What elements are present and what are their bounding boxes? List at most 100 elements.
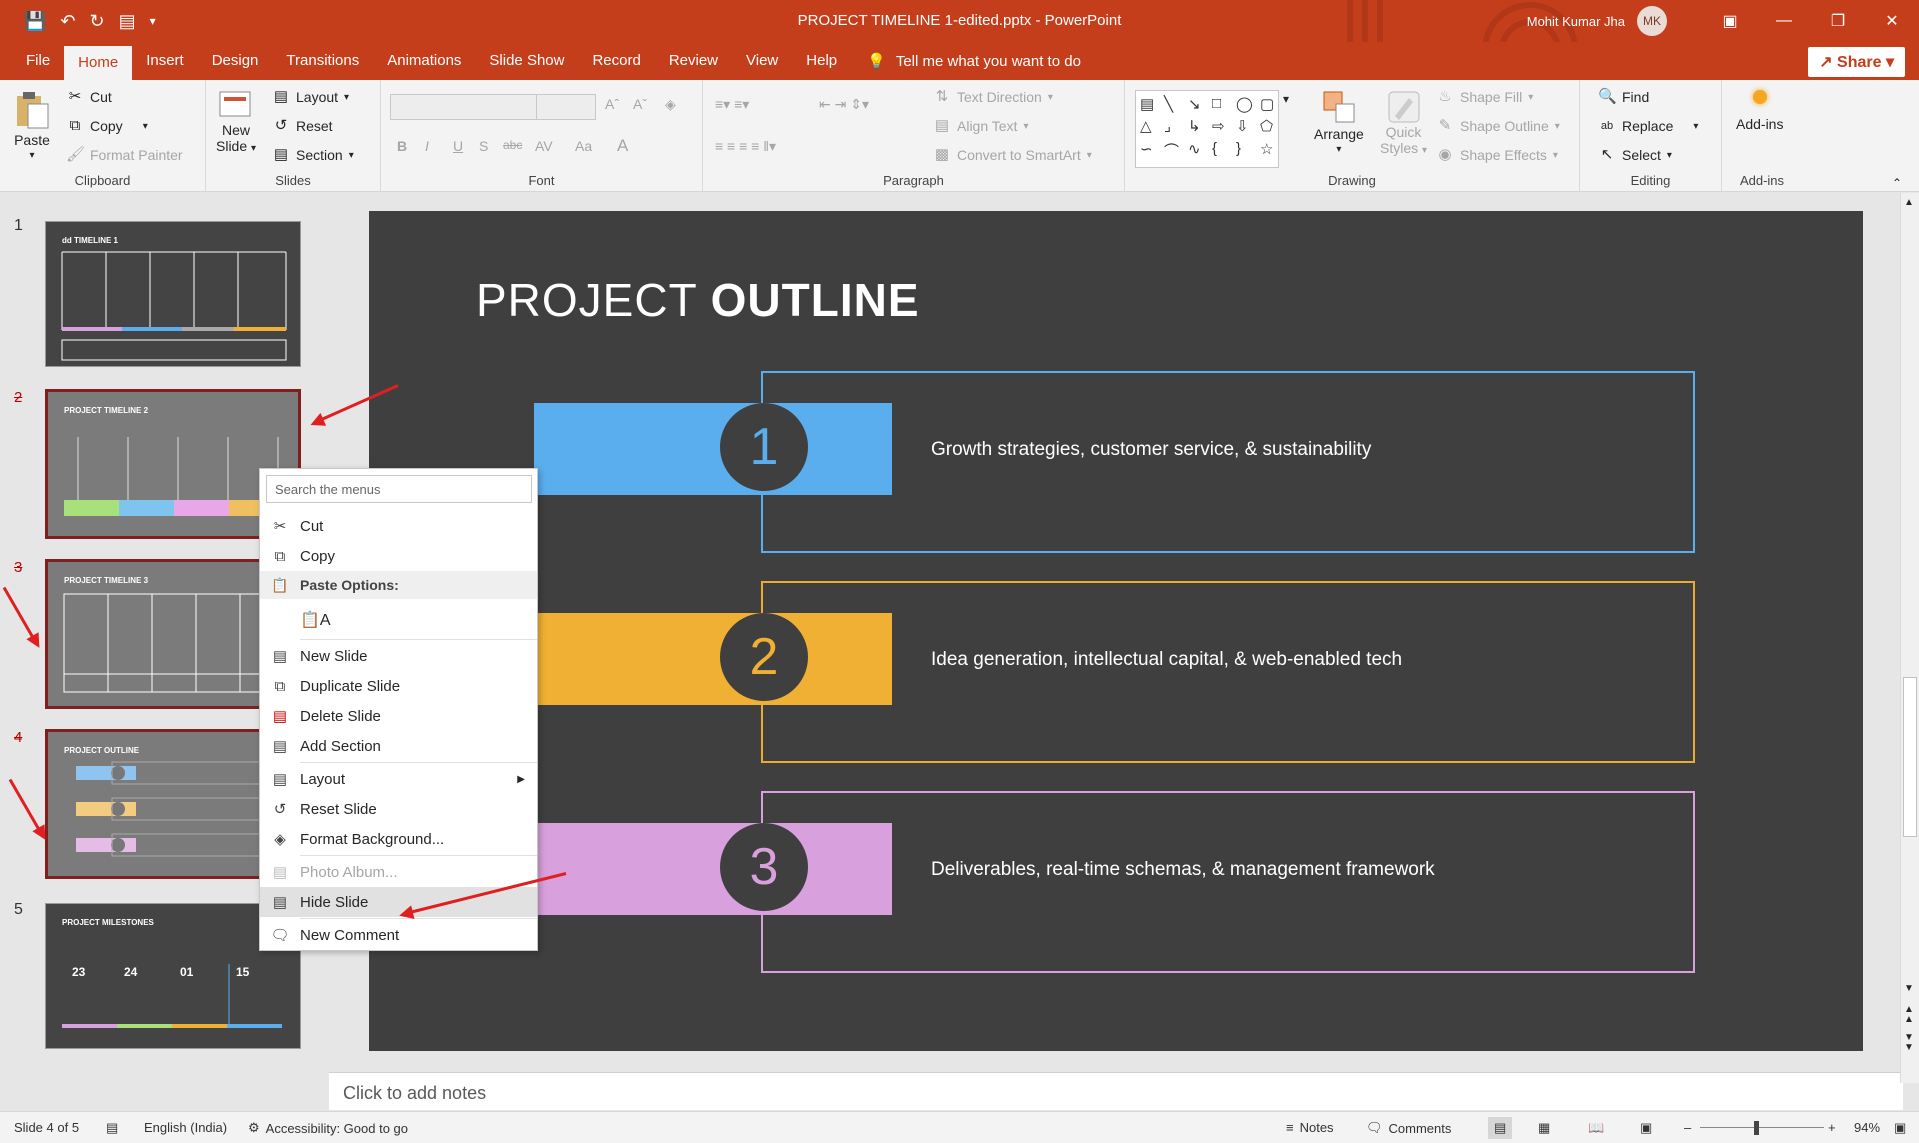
shapes-gallery[interactable]: ▤ ╲ ↘ □ ◯ ▢ △ ⌟ ↳ ⇨ ⇩ ⬠ ∽ ⌒ ∿{} ☆ (1135, 90, 1279, 168)
bold-button[interactable]: B (397, 138, 407, 154)
tab-slide-show[interactable]: Slide Show (475, 42, 578, 80)
tab-help[interactable]: Help (792, 42, 851, 80)
shrink-font-button[interactable]: Aˇ (633, 96, 647, 112)
minimize-icon[interactable]: — (1757, 12, 1811, 30)
change-case-button[interactable]: Aa (575, 138, 592, 154)
zoom-in-button[interactable]: + (1828, 1120, 1836, 1135)
thumbnail-slide-1[interactable]: dd TIMELINE 1 (45, 221, 301, 367)
arc-shape-icon[interactable]: ⌒ (1164, 140, 1186, 163)
outline-item-number[interactable]: 3 (720, 823, 808, 911)
outline-item-frame[interactable] (761, 581, 1695, 763)
slide-sorter-button[interactable]: ▦ (1538, 1120, 1550, 1136)
paste-button[interactable]: Paste ▾ (14, 90, 50, 161)
star-shape-icon[interactable]: ☆ (1260, 140, 1282, 163)
outline-item-frame[interactable] (761, 791, 1695, 973)
copy-button[interactable]: ⧉ Copy ▾ (66, 117, 148, 135)
find-button[interactable]: 🔍 Find (1598, 88, 1649, 106)
outline-item-color-block[interactable] (534, 403, 892, 495)
menu-item-new-comment[interactable]: 🗨 New Comment (260, 920, 537, 950)
restore-icon[interactable]: ❐ (1811, 11, 1865, 31)
menu-item-layout[interactable]: ▤ Layout ▶ (260, 764, 537, 794)
share-button[interactable]: ↗ Share ▾ (1808, 47, 1905, 77)
tab-animations[interactable]: Animations (373, 42, 475, 80)
select-button[interactable]: ↖ Select ▾ (1598, 146, 1672, 164)
rectangle-shape-icon[interactable]: □ (1212, 95, 1234, 115)
pentagon-shape-icon[interactable]: ⬠ (1260, 117, 1282, 137)
left-brace-icon[interactable]: { (1212, 140, 1234, 163)
outline-item-number[interactable]: 1 (720, 403, 808, 491)
strikethrough-button[interactable]: abc (503, 138, 522, 152)
shadow-button[interactable]: S (479, 138, 488, 154)
freeform-icon[interactable]: ∽ (1140, 140, 1162, 163)
font-name-combo[interactable] (390, 94, 538, 120)
line-shape-icon[interactable]: ╲ (1164, 95, 1186, 115)
outline-item-text[interactable]: Idea generation, intellectual capital, &… (931, 649, 1402, 671)
paste-keep-text-only[interactable]: 📋A (260, 603, 537, 637)
notes-toggle[interactable]: ≡ Notes (1286, 1120, 1334, 1135)
outline-item-color-block[interactable] (534, 613, 892, 705)
previous-slide-icon[interactable]: ▲ ▲ (1904, 1005, 1914, 1025)
normal-view-button[interactable]: ▤ (1488, 1117, 1513, 1139)
scroll-thumb[interactable] (1903, 677, 1917, 837)
align-text-button[interactable]: ▤ Align Text ▾ (933, 117, 1029, 135)
arrange-button[interactable]: Arrange ▾ (1314, 90, 1364, 155)
tab-review[interactable]: Review (655, 42, 732, 80)
clear-format-button[interactable]: ◈ (665, 96, 676, 113)
right-brace-icon[interactable]: } (1236, 140, 1258, 163)
grow-font-button[interactable]: Aˆ (605, 96, 619, 112)
user-name[interactable]: Mohit Kumar Jha (1527, 14, 1625, 29)
arrow-line-icon[interactable]: ↘ (1188, 95, 1210, 115)
down-arrow-shape-icon[interactable]: ⇩ (1236, 117, 1258, 137)
search-menus-input[interactable]: Search the menus (266, 475, 532, 503)
shape-outline-button[interactable]: ✎ Shape Outline ▾ (1436, 117, 1560, 135)
font-color-button[interactable]: A (617, 136, 628, 156)
addins-button[interactable]: Add-ins (1736, 90, 1783, 132)
fit-slide-icon[interactable]: ▣ (1894, 1120, 1906, 1136)
text-direction-button[interactable]: ⇅ Text Direction ▾ (933, 88, 1053, 106)
undo-icon[interactable]: ↶ (60, 11, 75, 32)
tab-insert[interactable]: Insert (132, 42, 198, 80)
tell-me-box[interactable]: 💡 Tell me what you want to do (851, 42, 1081, 80)
slide-title[interactable]: PROJECT OUTLINE (476, 273, 920, 327)
zoom-slider[interactable] (1700, 1127, 1824, 1128)
menu-item-cut[interactable]: ✂ Cut (260, 511, 537, 541)
quick-styles-button[interactable]: Quick Styles ▾ (1380, 90, 1427, 156)
triangle-shape-icon[interactable]: △ (1140, 117, 1162, 137)
new-slide-button[interactable]: New Slide ▾ (216, 88, 256, 154)
collapse-ribbon-icon[interactable]: ⌃ (1892, 176, 1902, 190)
avatar[interactable]: MK (1637, 6, 1667, 36)
font-size-combo[interactable] (536, 94, 596, 120)
elbow-connector-icon[interactable]: ⌟ (1164, 117, 1186, 137)
underline-button[interactable]: U (453, 138, 463, 154)
slide-counter[interactable]: Slide 4 of 5 (14, 1120, 79, 1135)
layout-button[interactable]: ▤ Layout ▾ (272, 88, 349, 106)
replace-button[interactable]: ab Replace ▾ (1598, 117, 1699, 135)
char-spacing-button[interactable]: AV (535, 138, 553, 154)
shapes-more-button[interactable]: ▾ (1283, 92, 1289, 106)
outline-item-color-block[interactable] (534, 823, 892, 915)
outline-item-frame[interactable] (761, 371, 1695, 553)
format-painter-button[interactable]: 🖌 Format Painter (66, 146, 183, 164)
curve-shape-icon[interactable]: ∿ (1188, 140, 1210, 163)
accessibility-status[interactable]: ⚙ Accessibility: Good to go (248, 1120, 408, 1136)
outline-item-text[interactable]: Deliverables, real-time schemas, & manag… (931, 859, 1435, 881)
notes-pane[interactable]: Click to add notes (329, 1072, 1903, 1110)
rounded-rect-icon[interactable]: ▢ (1260, 95, 1282, 115)
menu-item-add-section[interactable]: ▤ Add Section (260, 731, 537, 761)
redo-icon[interactable]: ↻ (90, 11, 105, 32)
outline-item-text[interactable]: Growth strategies, customer service, & s… (931, 439, 1371, 461)
menu-item-format-background[interactable]: ◈ Format Background... (260, 824, 537, 854)
bullets-button[interactable]: ≡▾ ≡▾ (715, 96, 749, 113)
alignment-buttons[interactable]: ≡ ≡ ≡ ≡ ‖▾ (715, 138, 776, 155)
tab-file[interactable]: File (12, 42, 64, 80)
customize-qat-icon[interactable]: ▾ (150, 14, 156, 28)
zoom-out-button[interactable]: – (1684, 1120, 1691, 1135)
right-arrow-shape-icon[interactable]: ⇨ (1212, 117, 1234, 137)
zoom-slider-handle[interactable] (1754, 1121, 1759, 1135)
menu-item-delete-slide[interactable]: ▤ Delete Slide (260, 701, 537, 731)
save-icon[interactable]: 💾 (24, 11, 46, 32)
tab-record[interactable]: Record (578, 42, 654, 80)
scroll-up-icon[interactable]: ▲ (1904, 197, 1914, 208)
shape-fill-button[interactable]: ♨ Shape Fill ▾ (1436, 88, 1533, 106)
menu-item-new-slide[interactable]: ▤ New Slide (260, 641, 537, 671)
